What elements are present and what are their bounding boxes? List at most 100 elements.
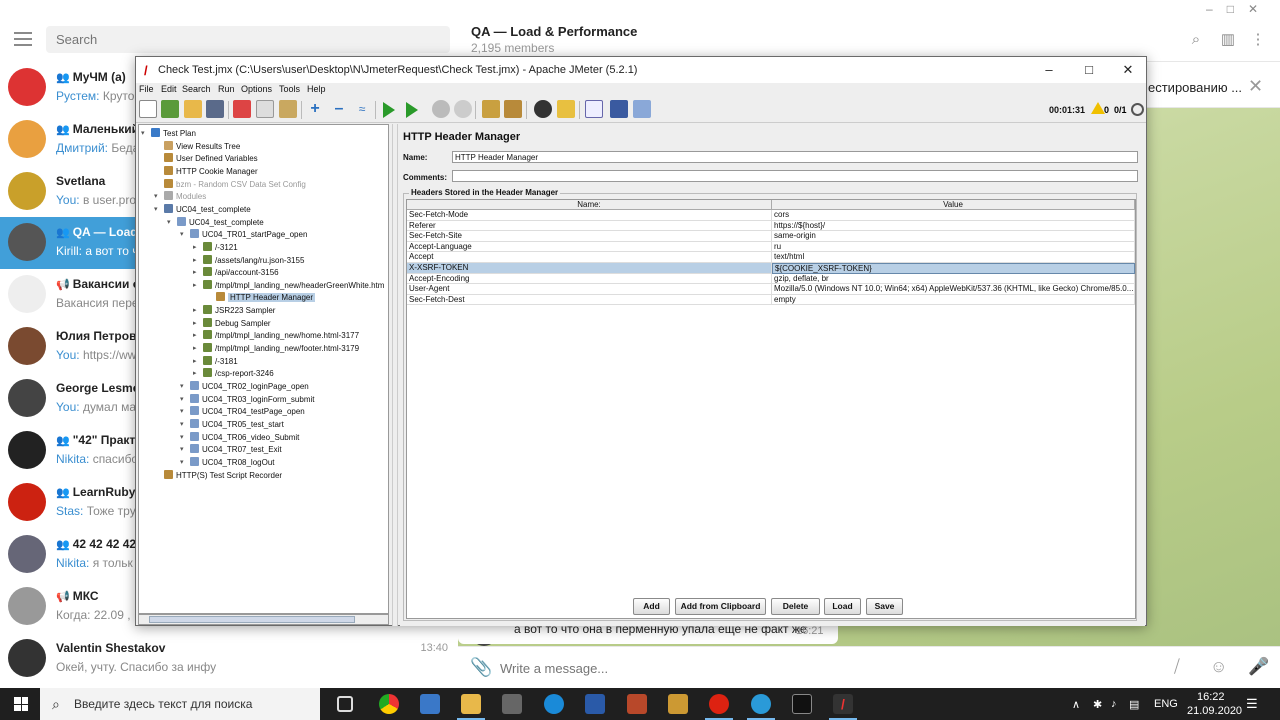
menu-run[interactable]: Run bbox=[218, 84, 235, 94]
jmeter-icon[interactable]: / bbox=[829, 694, 857, 720]
tree-toggle-icon[interactable]: ▾ bbox=[154, 191, 158, 203]
templates-icon[interactable] bbox=[161, 100, 179, 118]
tree-node[interactable]: UC04_test_complete bbox=[177, 216, 264, 229]
minimize-button[interactable]: – bbox=[1036, 61, 1062, 79]
save-button[interactable]: Save bbox=[866, 598, 903, 615]
clear-all-icon[interactable] bbox=[504, 100, 522, 118]
tree-toggle-icon[interactable]: ▾ bbox=[180, 229, 184, 241]
paste-icon[interactable] bbox=[279, 100, 297, 118]
copy-icon[interactable] bbox=[256, 100, 274, 118]
tree-node[interactable]: JSR223 Sampler bbox=[203, 305, 275, 317]
header-value-cell[interactable]: gzip, deflate, br bbox=[772, 273, 1135, 285]
window-titlebar[interactable]: / Check Test.jmx (C:\Users\user\Desktop\… bbox=[136, 57, 1146, 83]
search-input[interactable] bbox=[46, 26, 450, 53]
store-icon[interactable] bbox=[502, 694, 522, 714]
load-button[interactable]: Load bbox=[824, 598, 861, 615]
stop-icon[interactable] bbox=[432, 100, 450, 118]
chevron-up-icon[interactable]: ∧ bbox=[1072, 698, 1080, 711]
message-input[interactable] bbox=[500, 657, 1120, 679]
tree-node[interactable]: HTTP Cookie Manager bbox=[164, 165, 258, 178]
clock-date[interactable]: 21.09.2020 bbox=[1187, 705, 1242, 717]
header-value-cell[interactable]: cors bbox=[772, 210, 1135, 221]
windows-start-icon[interactable] bbox=[14, 697, 28, 711]
edge-icon[interactable] bbox=[544, 694, 564, 714]
tree-toggle-icon[interactable]: ▸ bbox=[193, 305, 197, 317]
maximize-button[interactable]: □ bbox=[1076, 61, 1102, 79]
new-icon[interactable] bbox=[139, 100, 157, 118]
tree-node[interactable]: UC04_TR07_test_Exit bbox=[190, 444, 282, 456]
start-no-pauses-icon[interactable] bbox=[406, 102, 418, 118]
tree-toggle-icon[interactable]: ▾ bbox=[180, 419, 184, 431]
tree-node[interactable]: View Results Tree bbox=[164, 140, 240, 153]
tree-node[interactable]: /api/account-3156 bbox=[203, 267, 279, 279]
function-helper-icon[interactable] bbox=[585, 100, 603, 118]
volume-icon[interactable]: ♪ bbox=[1111, 698, 1117, 710]
language-indicator[interactable]: ENG bbox=[1154, 698, 1178, 710]
attach-icon[interactable]: 📎 bbox=[470, 657, 492, 678]
tree-node[interactable]: UC04_TR03_loginForm_submit bbox=[190, 393, 315, 406]
more-icon[interactable]: ⋮ bbox=[1250, 32, 1266, 48]
menu-tools[interactable]: Tools bbox=[279, 84, 300, 94]
tree-node[interactable]: UC04_TR04_testPage_open bbox=[190, 406, 305, 418]
table-row[interactable]: Referer https://${host}/ bbox=[407, 220, 1135, 232]
header-name-cell[interactable]: Accept-Encoding bbox=[407, 273, 772, 285]
open-icon[interactable] bbox=[184, 100, 202, 118]
table-row[interactable]: Accept-Language ru bbox=[407, 241, 1135, 253]
table-row[interactable]: Sec-Fetch-Site same-origin bbox=[407, 231, 1135, 242]
file-explorer-icon[interactable] bbox=[457, 694, 485, 720]
header-name-cell[interactable]: X-XSRF-TOKEN bbox=[407, 263, 772, 274]
tree-node[interactable]: UC04_test_complete bbox=[164, 203, 251, 216]
tree-node[interactable]: Debug Sampler bbox=[203, 317, 271, 330]
telegram-window-controls[interactable]: –□✕ bbox=[1206, 2, 1272, 16]
tree-toggle-icon[interactable]: ▾ bbox=[141, 128, 145, 140]
header-name-cell[interactable]: Sec-Fetch-Site bbox=[407, 231, 772, 242]
tree-node[interactable]: UC04_TR01_startPage_open bbox=[190, 229, 307, 241]
shutdown-icon[interactable] bbox=[454, 100, 472, 118]
header-value-cell[interactable]: https://${host}/ bbox=[772, 220, 1135, 232]
reset-search-icon[interactable] bbox=[557, 100, 575, 118]
tree-toggle-icon[interactable]: ▾ bbox=[180, 394, 184, 406]
tree-node[interactable]: /assets/lang/ru.json-3155 bbox=[203, 254, 304, 267]
tree-horizontal-scrollbar[interactable] bbox=[138, 614, 389, 625]
tree-toggle-icon[interactable]: ▾ bbox=[167, 217, 171, 229]
tree-toggle-icon[interactable]: ▸ bbox=[193, 318, 197, 330]
terminal-icon[interactable] bbox=[792, 694, 812, 714]
tree-toggle-icon[interactable]: ▸ bbox=[193, 368, 197, 380]
cut-icon[interactable] bbox=[233, 100, 251, 118]
tree-toggle-icon[interactable]: ▾ bbox=[180, 444, 184, 456]
tree-node[interactable]: /tmpl/tmpl_landing_new/home.html-3177 bbox=[203, 330, 359, 342]
tree-node[interactable]: UC04_TR05_test_start bbox=[190, 418, 284, 431]
network-icon[interactable]: ▤ bbox=[1129, 698, 1139, 711]
remote-icon[interactable] bbox=[633, 100, 651, 118]
menu-edit[interactable]: Edit bbox=[161, 84, 177, 94]
search-icon[interactable] bbox=[534, 100, 552, 118]
tree-node[interactable]: UC04_TR06_video_Submit bbox=[190, 431, 299, 444]
microphone-icon[interactable]: 🎤 bbox=[1248, 657, 1269, 677]
tree-toggle-icon[interactable]: ▸ bbox=[193, 280, 197, 292]
tree-node[interactable]: HTTP(S) Test Script Recorder bbox=[164, 469, 282, 482]
telegram-icon[interactable] bbox=[747, 694, 775, 720]
headers-table[interactable]: Name: Value Sec-Fetch-Mode cors Referer htt… bbox=[406, 199, 1136, 619]
tree-node[interactable]: /tmpl/tmpl_landing_new/footer.html-3179 bbox=[203, 343, 359, 355]
tree-toggle-icon[interactable]: ▾ bbox=[180, 406, 184, 418]
taskbar-search[interactable]: ⌕ Введите здесь текст для поиска bbox=[40, 688, 320, 720]
split-divider[interactable] bbox=[392, 124, 398, 626]
tree-toggle-icon[interactable]: ▾ bbox=[180, 381, 184, 393]
powerpoint-icon[interactable] bbox=[627, 694, 647, 714]
tree-toggle-icon[interactable]: ▸ bbox=[193, 242, 197, 254]
chrome-icon[interactable] bbox=[379, 694, 399, 714]
search-icon[interactable]: ⌕ bbox=[1188, 32, 1204, 48]
chat-header[interactable]: QA — Load & Performance 2,195 members ⌕ … bbox=[458, 0, 1280, 62]
menu-file[interactable]: File bbox=[139, 84, 154, 94]
tree-node[interactable]: UC04_TR08_logOut bbox=[190, 456, 274, 469]
mail-icon[interactable] bbox=[420, 694, 440, 714]
clock-time[interactable]: 16:22 bbox=[1197, 691, 1225, 703]
notifications-icon[interactable]: ☰ bbox=[1246, 696, 1258, 712]
table-row[interactable]: X-XSRF-TOKEN ${COOKIE_XSRF-TOKEN} bbox=[407, 263, 1135, 274]
header-value-cell[interactable]: text/html bbox=[772, 252, 1135, 263]
column-header-value[interactable]: Value bbox=[772, 200, 1135, 210]
bluetooth-icon[interactable]: ✱ bbox=[1093, 698, 1102, 711]
tree-node[interactable]: Test Plan bbox=[151, 128, 196, 140]
name-field[interactable] bbox=[452, 151, 1138, 163]
toggle-icon[interactable]: ≈ bbox=[353, 100, 371, 118]
